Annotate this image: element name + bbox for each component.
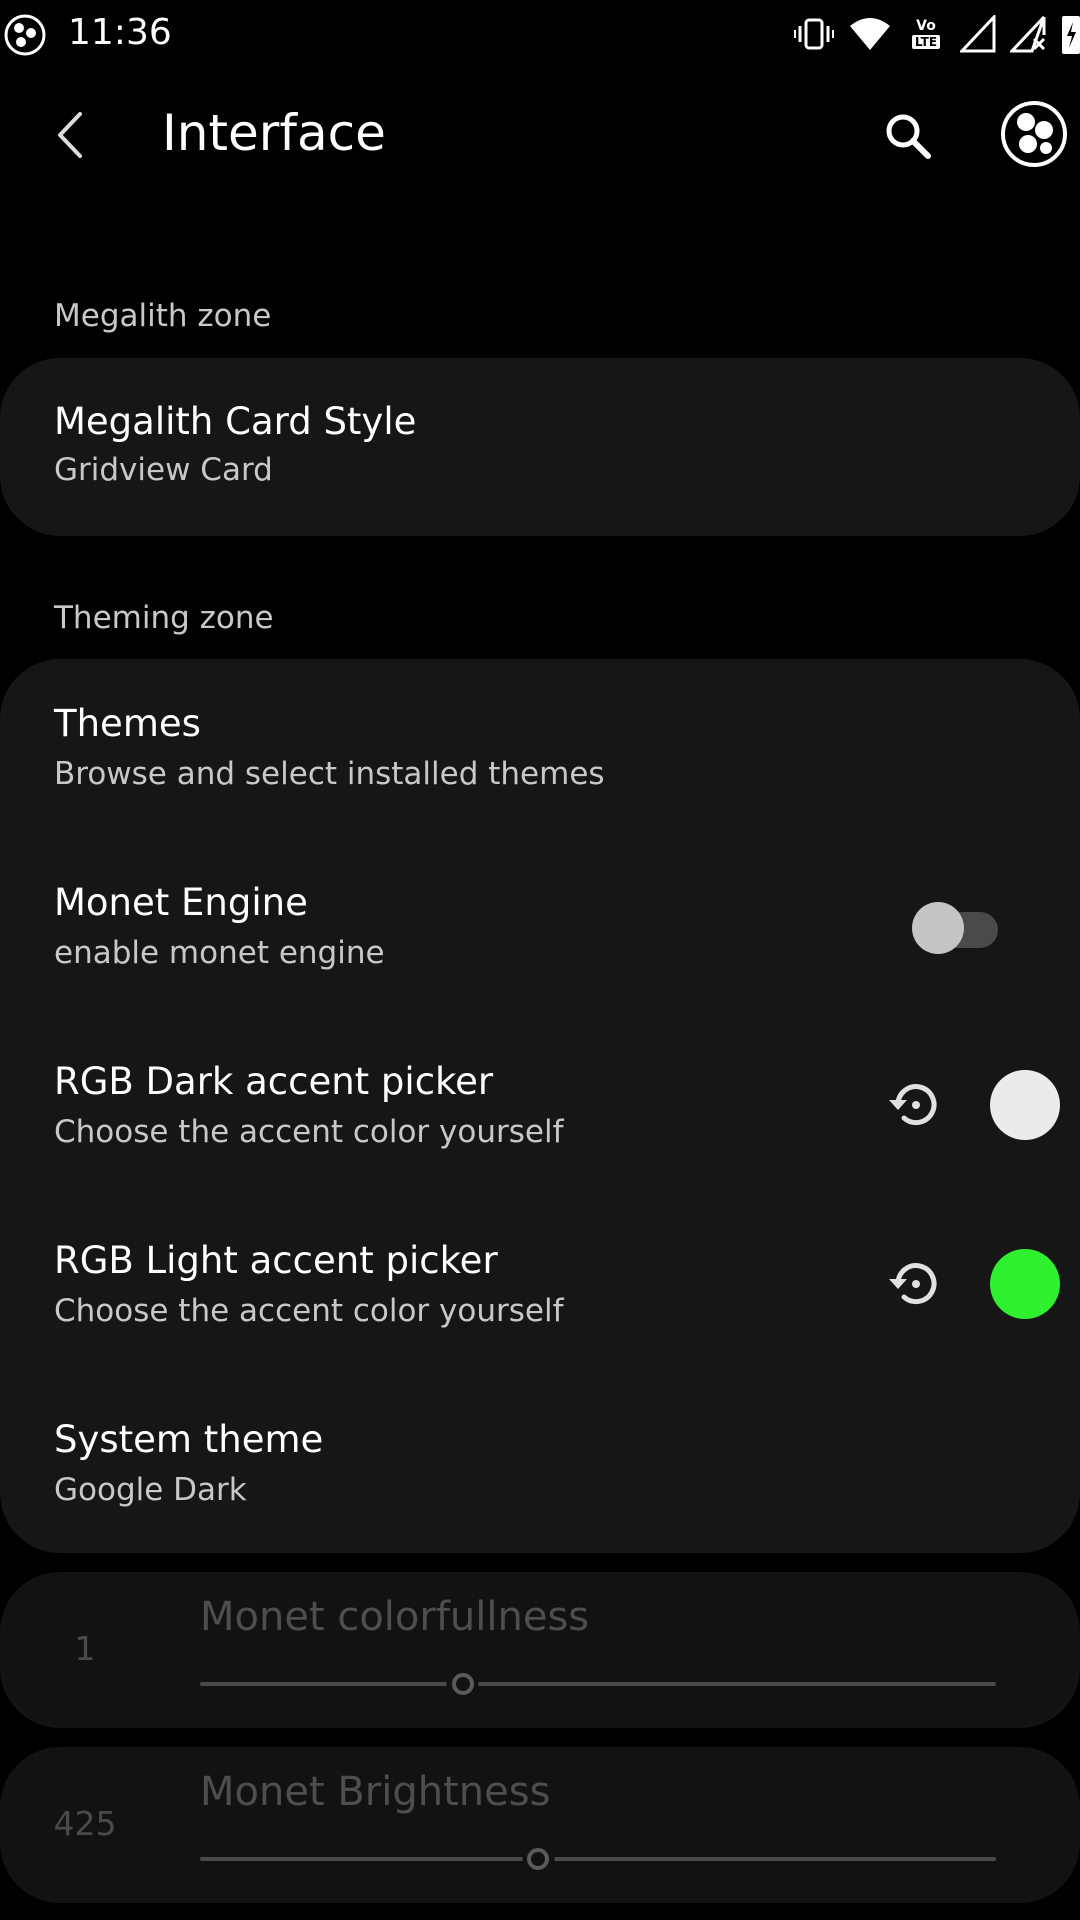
app-bar: Interface (0, 68, 1080, 202)
vibrate-icon (794, 18, 834, 50)
status-bar: 11:36 Vo LTE (0, 0, 1080, 68)
reset-icon[interactable] (884, 1074, 946, 1136)
pref-title: RGB Dark accent picker (54, 1060, 494, 1103)
monet-colorfullness-slider-card: 1 Monet colorfullness (0, 1572, 1080, 1728)
status-icons: Vo LTE (794, 10, 1080, 58)
slider-value: 1 (74, 1629, 96, 1668)
slider-thumb[interactable] (527, 1848, 550, 1870)
pref-system-theme[interactable]: System theme Google Dark (0, 1375, 1080, 1553)
pref-summary: Choose the accent color yourself (54, 1293, 564, 1329)
pref-summary: Google Dark (54, 1472, 247, 1508)
pref-title: Monet Engine (54, 881, 308, 924)
reset-icon[interactable] (884, 1253, 946, 1315)
pref-title: Megalith Card Style (54, 400, 417, 443)
pref-rgb-light-accent[interactable]: RGB Light accent picker Choose the accen… (0, 1196, 1080, 1375)
pref-title: RGB Light accent picker (54, 1239, 498, 1282)
slider-title: Monet Brightness (200, 1769, 551, 1815)
monet-colorfullness-slider[interactable] (200, 1673, 996, 1695)
slider-title: Monet colorfullness (200, 1594, 590, 1640)
section-header-megalith: Megalith zone (54, 298, 272, 334)
pref-title: Themes (54, 702, 201, 745)
app-logo-icon[interactable] (1000, 100, 1068, 168)
pref-megalith-card-style[interactable]: Megalith Card Style Gridview Card (0, 358, 1080, 536)
light-accent-color-swatch[interactable] (990, 1249, 1060, 1319)
pref-themes[interactable]: Themes Browse and select installed theme… (0, 659, 1080, 838)
search-icon[interactable] (880, 108, 936, 164)
slider-thumb[interactable] (451, 1673, 474, 1695)
app-notification-icon (4, 14, 46, 56)
theming-card: Themes Browse and select installed theme… (0, 659, 1080, 1553)
volte-label: Vo (916, 18, 936, 34)
pref-title: System theme (54, 1418, 324, 1461)
signal-icon (960, 15, 996, 53)
monet-brightness-slider[interactable] (200, 1848, 996, 1870)
megalith-card: Megalith Card Style Gridview Card (0, 358, 1080, 536)
monet-brightness-slider-card: 425 Monet Brightness (0, 1747, 1080, 1903)
pref-summary: Gridview Card (54, 452, 273, 488)
volte-icon: Vo LTE (906, 14, 946, 54)
back-arrow-icon[interactable] (44, 106, 102, 164)
pref-summary: Browse and select installed themes (54, 756, 605, 792)
toggle-thumb (912, 902, 964, 954)
lte-label: LTE (911, 35, 941, 49)
pref-rgb-dark-accent[interactable]: RGB Dark accent picker Choose the accent… (0, 1017, 1080, 1196)
signal-no-data-icon (1010, 15, 1046, 53)
status-time: 11:36 (68, 12, 172, 53)
dark-accent-color-swatch[interactable] (990, 1070, 1060, 1140)
page-title: Interface (162, 104, 386, 162)
wifi-icon (850, 18, 890, 50)
pref-summary: Choose the accent color yourself (54, 1114, 564, 1150)
slider-value: 425 (53, 1804, 117, 1843)
pref-monet-engine[interactable]: Monet Engine enable monet engine (0, 838, 1080, 1017)
battery-charging-icon (1062, 16, 1080, 54)
section-header-theming: Theming zone (54, 600, 274, 636)
monet-engine-toggle[interactable] (912, 898, 998, 954)
pref-summary: enable monet engine (54, 935, 385, 971)
